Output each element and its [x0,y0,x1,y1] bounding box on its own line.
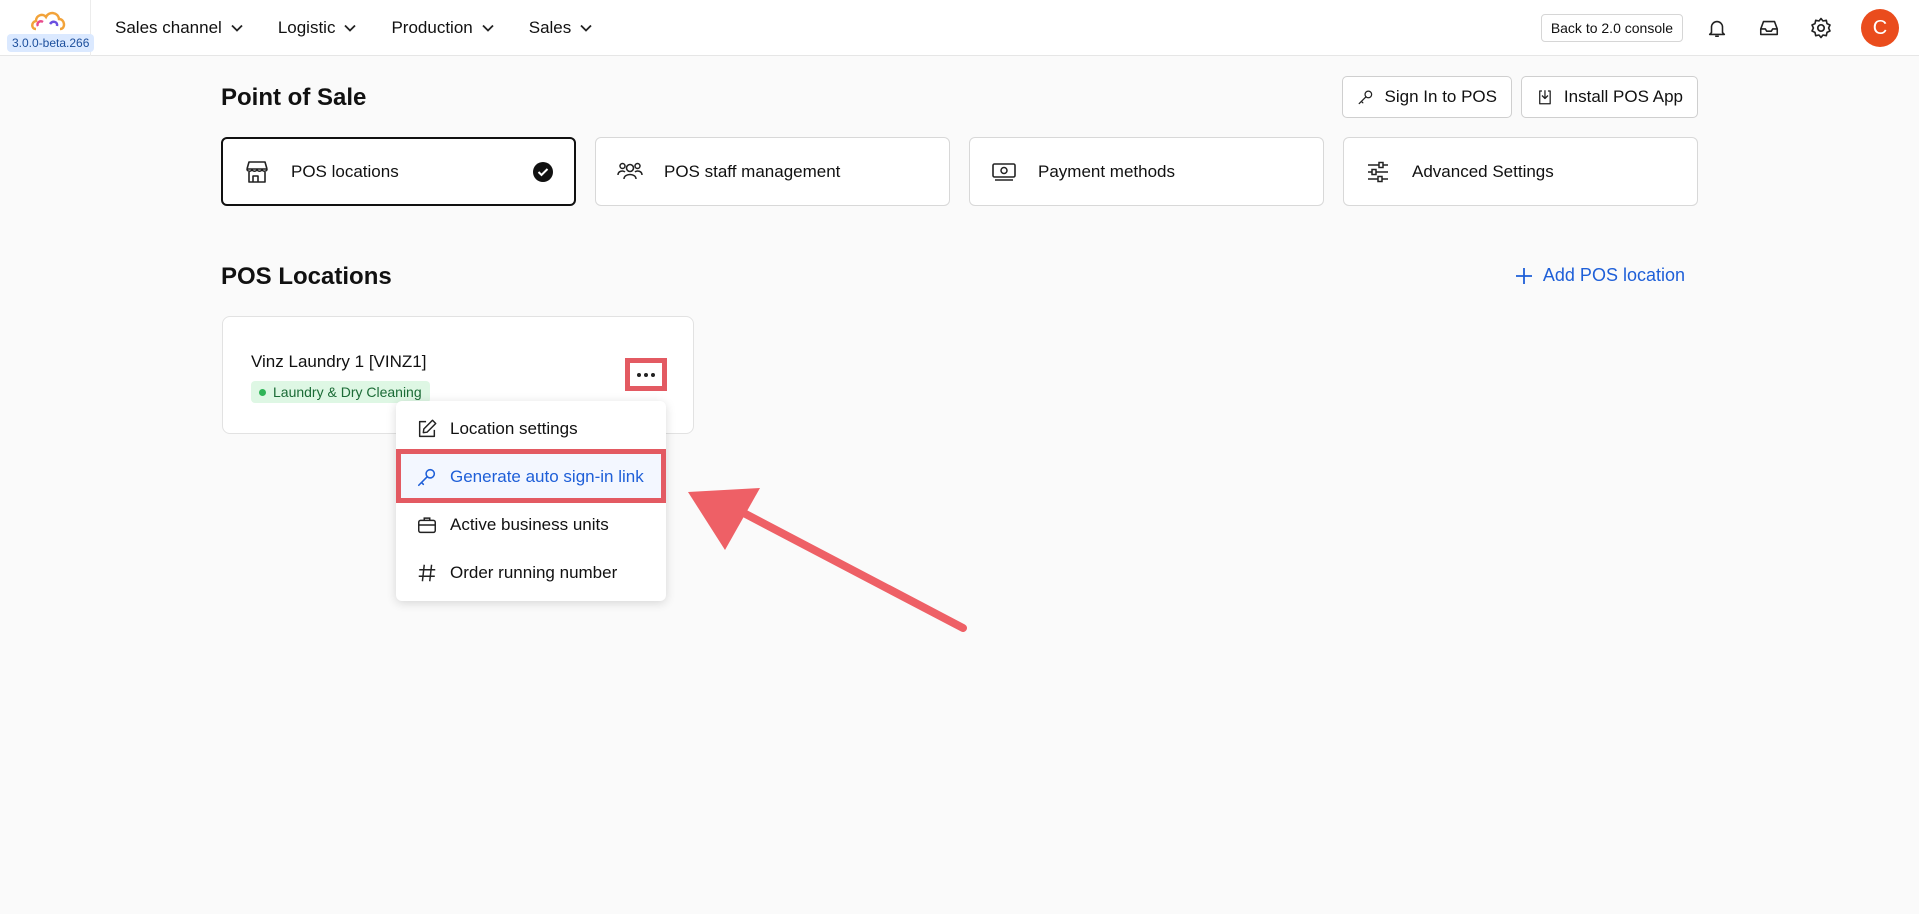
tab-advanced-settings[interactable]: Advanced Settings [1343,137,1698,206]
money-icon [992,162,1016,181]
nav-label: Sales [528,17,572,37]
status-dot-icon [259,388,266,396]
chevron-down-icon [482,24,494,32]
nav-label: Logistic [277,17,336,37]
add-pos-location-button[interactable]: Add POS location [1515,265,1685,286]
menu-item-generate-sign-in-link[interactable]: Generate auto sign-in link [396,453,666,501]
tag-label: Laundry & Dry Cleaning [273,384,422,400]
notifications-button[interactable] [1705,16,1729,40]
menu-item-active-business-units[interactable]: Active business units [396,501,666,549]
back-to-console-button[interactable]: Back to 2.0 console [1540,14,1683,42]
sign-in-label: Sign In to POS [1384,87,1497,106]
menu-item-location-settings[interactable]: Location settings [396,405,666,453]
bell-icon [1708,20,1726,38]
inbox-button[interactable] [1757,16,1781,40]
chevron-down-icon [580,24,592,32]
settings-button[interactable] [1809,16,1833,40]
install-label: Install POS App [1563,87,1683,106]
inbox-icon [1759,20,1779,36]
nav-logistic[interactable]: Logistic [278,18,358,38]
tab-pos-locations[interactable]: POS locations [221,137,576,206]
user-avatar[interactable]: C [1861,9,1899,47]
version-badge: 3.0.0-beta.266 [7,33,95,52]
sign-in-pos-button[interactable]: Sign In to POS [1342,76,1512,118]
more-options-button[interactable] [625,358,667,391]
users-icon [617,162,643,179]
nav-sales-channel[interactable]: Sales channel [115,18,244,38]
briefcase-icon [418,517,436,534]
edit-icon [418,419,437,438]
menu-item-label: Active business units [450,515,609,534]
business-type-tag: Laundry & Dry Cleaning [251,381,430,403]
tab-pos-staff-management[interactable]: POS staff management [595,137,950,206]
section-title: POS Locations [221,263,392,290]
key-icon [1358,90,1373,105]
dot-icon [644,372,648,377]
main-nav: Sales channel Logistic Production Sales [115,0,627,56]
store-icon [246,160,268,183]
logo-area[interactable]: 3.0.0-beta.266 [0,0,95,56]
location-options-menu: Location settings Generate auto sign-in … [396,401,666,601]
key-icon [417,468,436,487]
page-title: Point of Sale [221,84,367,111]
menu-item-label: Location settings [450,419,578,438]
chevron-down-icon [344,24,357,32]
dot-icon [637,372,641,377]
location-name: Vinz Laundry 1 [VINZ1] [251,352,427,371]
annotation-arrow-icon [688,488,967,632]
download-icon [1539,90,1551,105]
topbar-actions: Back to 2.0 console C [1540,0,1899,56]
tab-payment-methods[interactable]: Payment methods [969,137,1324,206]
gear-icon [1811,17,1831,39]
add-label: Add POS location [1542,265,1685,285]
nav-sales[interactable]: Sales [529,18,594,38]
install-pos-app-button[interactable]: Install POS App [1521,76,1698,118]
tab-label: POS staff management [664,161,841,181]
chevron-down-icon [231,24,243,32]
tab-label: Advanced Settings [1412,161,1554,181]
top-navbar: 3.0.0-beta.266 Sales channel Logistic Pr… [0,0,1919,56]
nav-production[interactable]: Production [391,18,494,38]
nav-label: Sales channel [115,17,222,37]
hash-icon [418,564,436,582]
plus-icon [1515,267,1532,284]
sliders-icon [1368,161,1388,182]
tab-label: POS locations [291,161,399,181]
nav-label: Production [391,17,473,37]
menu-item-label: Generate auto sign-in link [450,467,644,486]
menu-item-order-running-number[interactable]: Order running number [396,549,666,597]
check-circle-icon [533,162,553,182]
tab-label: Payment methods [1038,161,1176,181]
menu-item-label: Order running number [450,563,618,582]
cloud-logo-icon [31,11,66,30]
dot-icon [651,372,655,377]
